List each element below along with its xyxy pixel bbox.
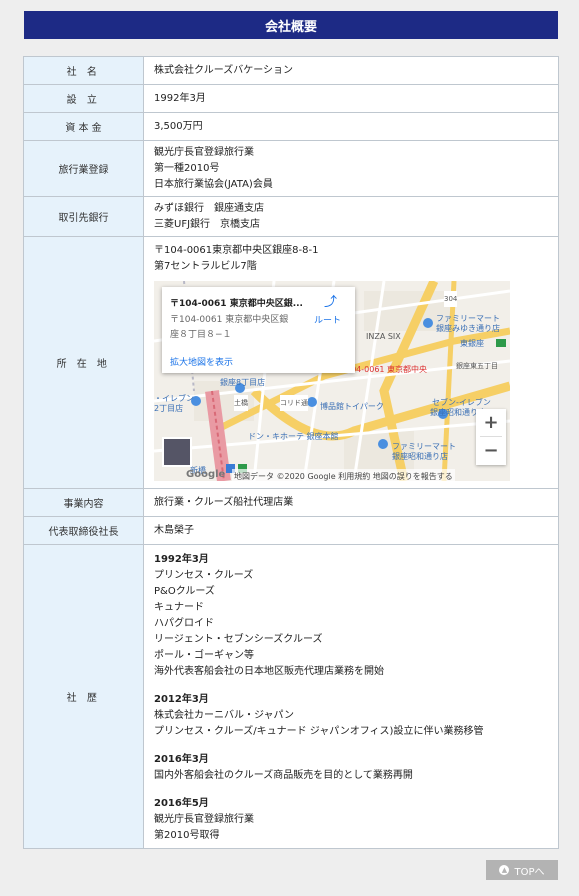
row-label-founded: 設 立 [23,84,144,113]
map-card-address-line: 座８丁目８−１ [170,329,232,340]
address-line: 第7セントラルビル7階 [154,260,257,272]
founded-date: 1992年3月 [143,84,559,113]
travel-line: 観光庁長官登録旅行業 [154,146,254,158]
route-link[interactable]: ルート [314,313,341,329]
table-row: 所 在 地 〒104-0061東京都中央区銀座8-8-1 第7セントラルビル7階 [23,236,559,489]
enlarge-map-link[interactable]: 拡大地図を表示 [170,355,233,371]
directions-icon[interactable]: ⤴ [324,295,337,311]
history-block: 1992年3月 プリンセス・クルーズ P&Oクルーズ キュナード ハパグロイド … [154,552,548,680]
history-year: 2016年5月 [154,798,209,809]
history-block: 2016年3月 国内外客船会社のクルーズ商品販売を目的として業務再開 [154,752,548,784]
ceo-name: 木島榮子 [143,516,559,545]
map-label: 銀座みゆき通り店 [436,323,500,333]
row-label-history: 社 歴 [23,544,144,849]
row-label-address: 所 在 地 [23,236,144,489]
row-label-ceo: 代表取締役社長 [23,516,144,545]
table-row: 取引先銀行 みずほ銀行 銀座通支店 三菱UFJ銀行 京橋支店 [23,196,559,237]
row-label-company: 社 名 [23,56,144,85]
table-row: 旅行業登録 観光庁長官登録旅行業 第一種2010号 日本旅行業協会(JATA)会… [23,140,559,197]
page-title: 会社概要 [24,11,558,39]
history-block: 2016年5月 観光庁長官登録旅行業 第2010号取得 [154,796,548,844]
zoom-out-button[interactable]: − [476,437,506,464]
row-label-capital: 資 本 金 [23,112,144,141]
map-label: 2丁目店 [154,403,184,413]
map-label: コリド通 [280,394,308,411]
company-info-table: 社 名 株式会社クルーズバケーション 設 立 1992年3月 資 本 金 3,5… [23,56,559,849]
history-line: 観光庁長官登録旅行業 [154,814,254,825]
table-row: 社 名 株式会社クルーズバケーション [23,56,559,85]
business-description: 旅行業・クルーズ船社代理店業 [143,488,559,517]
company-name: 株式会社クルーズバケーション [143,56,559,85]
map-card-title: 〒104-0061 東京都中央区銀... [170,298,303,309]
map-attribution[interactable]: 地図データ ©2020 Google 利用規約 地図の誤りを報告する [232,468,455,481]
history-year: 2016年3月 [154,754,209,765]
map-label: 東銀座 [460,338,484,348]
history-line: 国内外客船会社のクルーズ商品販売を目的として業務再開 [154,770,413,781]
map-label: ドン・キホーテ 銀座本館 [248,431,339,441]
history-cell: 1992年3月 プリンセス・クルーズ P&Oクルーズ キュナード ハパグロイド … [143,544,559,849]
travel-line: 日本旅行業協会(JATA)会員 [154,178,273,190]
travel-line: 第一種2010号 [154,162,220,174]
history-line: プリンセス・クルーズ [154,570,254,581]
map-label: 304 [444,290,458,307]
history-line: プリンセス・クルーズ/キュナード ジャパンオフィス)設立に伴い業務移管 [154,726,484,737]
travel-registration: 観光庁長官登録旅行業 第一種2010号 日本旅行業協会(JATA)会員 [143,140,559,197]
history-line: リージェント・セブンシーズクルーズ [154,634,323,645]
history-year: 2012年3月 [154,694,209,705]
map-label: 銀座8丁目店 [220,377,266,387]
history-line: P&Oクルーズ [154,586,215,597]
history-line: 第2010号取得 [154,830,220,841]
google-map[interactable]: INZA SIX ファミリーマート 銀座みゆき通り店 東銀座 銀座東五丁目 10… [154,280,510,481]
history-year: 1992年3月 [154,554,209,565]
back-to-top-button[interactable]: ▲ TOPへ [486,860,558,880]
map-label: INZA SIX [366,331,401,341]
history-line: 海外代表客船会社の日本地区販売代理店業務を開始 [154,666,384,677]
table-row: 事業内容 旅行業・クルーズ船社代理店業 [23,488,559,517]
history-line: 株式会社カーニバル・ジャパン [154,710,294,721]
bank-line: 三菱UFJ銀行 京橋支店 [154,218,261,230]
map-card-address: 〒104-0061 東京都中央区銀 座８丁目８−１ [170,313,310,343]
bank-line: みずほ銀行 銀座通支店 [154,202,264,214]
zoom-in-button[interactable]: + [476,409,506,436]
row-label-business: 事業内容 [23,488,144,517]
map-label: 銀座東五丁目 [456,361,498,370]
table-row: 設 立 1992年3月 [23,84,559,113]
back-to-top-label: TOPへ [514,866,545,878]
address-line: 〒104-0061東京都中央区銀座8-8-1 [154,244,319,256]
map-label: 104-0061 東京都中央 [346,364,428,374]
map-label: 土橋 [234,394,248,411]
table-row: 社 歴 1992年3月 プリンセス・クルーズ P&Oクルーズ キュナード ハパグ… [23,544,559,849]
bank-list: みずほ銀行 銀座通支店 三菱UFJ銀行 京橋支店 [143,196,559,237]
zoom-controls: + − [476,408,506,465]
map-card-address-line: 〒104-0061 東京都中央区銀 [170,314,289,325]
table-row: 資 本 金 3,500万円 [23,112,559,141]
row-label-bank: 取引先銀行 [23,196,144,237]
history-block: 2012年3月 株式会社カーニバル・ジャパン プリンセス・クルーズ/キュナード … [154,692,548,740]
map-label: 銀座昭和通り店 [392,451,448,461]
map-info-card: 〒104-0061 東京都中央区銀... 〒104-0061 東京都中央区銀 座… [162,286,355,373]
google-logo: Google [186,468,226,480]
map-label: 博品館トイパーク [320,401,384,411]
table-row: 代表取締役社長 木島榮子 [23,516,559,545]
history-line: ハパグロイド [154,618,214,629]
row-label-travel: 旅行業登録 [23,140,144,197]
history-line: ポール・ゴーギャン等 [154,650,254,661]
history-line: キュナード [154,602,204,613]
satellite-toggle[interactable] [162,436,192,467]
capital-value: 3,500万円 [143,112,559,141]
arrow-up-icon: ▲ [499,865,510,875]
address-cell: 〒104-0061東京都中央区銀座8-8-1 第7セントラルビル7階 INZA … [143,236,559,489]
